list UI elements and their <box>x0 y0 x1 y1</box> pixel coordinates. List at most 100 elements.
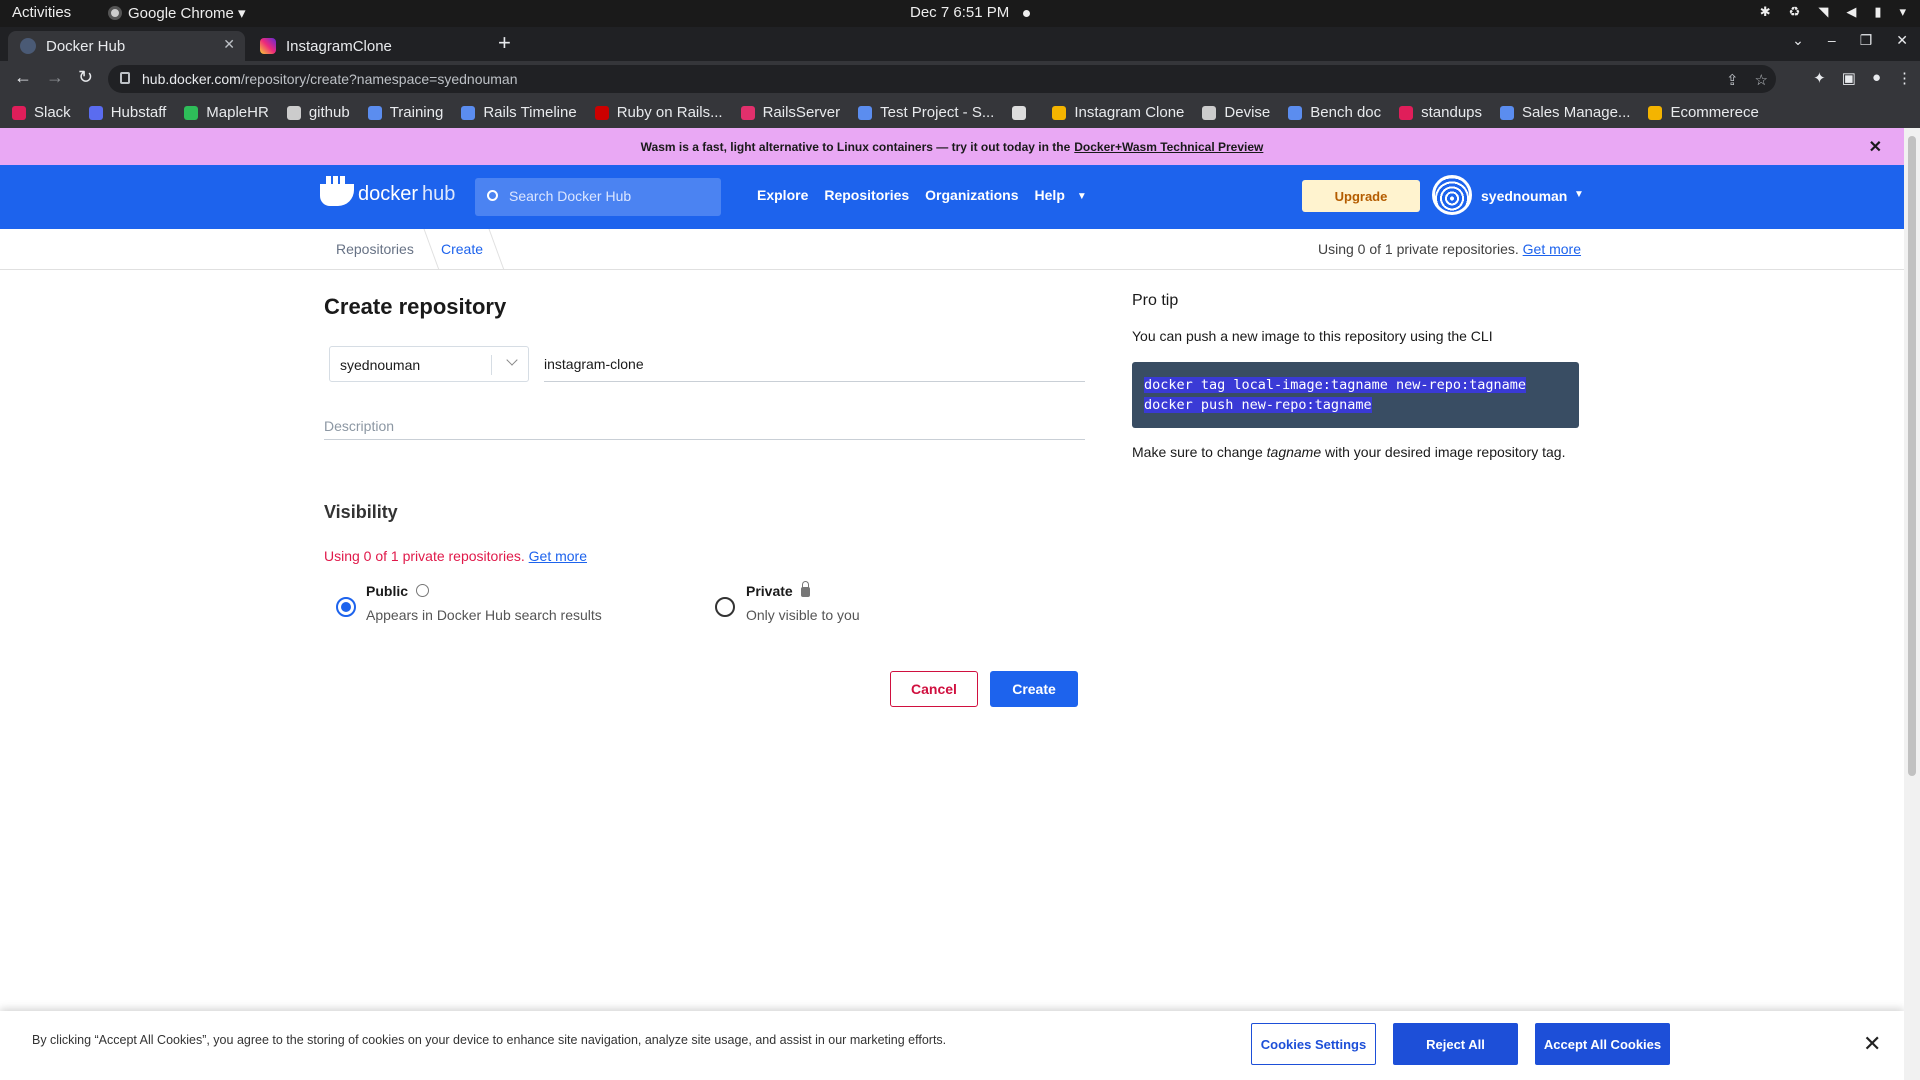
visibility-usage-notice: Using 0 of 1 private repositories. Get m… <box>324 548 587 564</box>
side-panel-icon[interactable]: ▣ <box>1842 69 1856 87</box>
nav-organizations[interactable]: Organizations <box>925 187 1018 203</box>
system-tray[interactable]: ✱ ♻ ◥ ◀ ▮ ▾ <box>1760 4 1906 20</box>
bookmark-item[interactable]: Bench doc <box>1288 104 1381 121</box>
slack-tray-icon[interactable]: ✱ <box>1760 4 1771 20</box>
accept-all-cookies-button[interactable]: Accept All Cookies <box>1535 1023 1670 1065</box>
public-radio[interactable] <box>336 597 356 617</box>
bookmark-item[interactable] <box>1012 105 1034 120</box>
bookmark-favicon-icon <box>740 105 755 120</box>
bookmark-item[interactable]: standups <box>1399 104 1482 121</box>
activities-button[interactable]: Activities <box>12 4 71 21</box>
create-button[interactable]: Create <box>990 671 1078 707</box>
app-menu[interactable]: Google Chrome ▾ <box>108 4 246 22</box>
bookmark-item[interactable]: Sales Manage... <box>1500 104 1630 121</box>
clock-text: Dec 7 6:51 PM <box>910 4 1010 21</box>
cancel-button[interactable]: Cancel <box>890 671 978 707</box>
main-nav-links: Explore Repositories Organizations Help … <box>757 187 1087 203</box>
new-tab-button[interactable]: + <box>498 30 511 56</box>
get-more-link[interactable]: Get more <box>1523 241 1581 257</box>
page-scrollbar[interactable] <box>1904 128 1920 1080</box>
back-icon[interactable]: ← <box>14 67 32 88</box>
clock[interactable]: Dec 7 6:51 PM <box>910 4 1031 21</box>
tab-label: InstagramClone <box>286 37 392 55</box>
tab-instagram-clone[interactable]: InstagramClone <box>248 31 486 61</box>
profile-avatar-icon[interactable]: ● <box>1872 69 1881 87</box>
bookmark-item[interactable]: RailsServer <box>740 104 841 121</box>
tab-label: Docker Hub <box>46 37 126 55</box>
battery-icon[interactable]: ▮ <box>1874 4 1881 20</box>
namespace-select[interactable]: syednouman <box>329 346 529 382</box>
browser-toolbar: ← → ↻ hub.docker.com/repository/create?n… <box>0 61 1920 97</box>
wifi-icon[interactable]: ◥ <box>1818 4 1828 20</box>
public-option-title[interactable]: Public <box>366 583 430 599</box>
search-icon <box>487 190 498 201</box>
close-window-icon[interactable]: ✕ <box>1896 32 1908 49</box>
bookmark-star-icon[interactable]: ☆ <box>1755 71 1768 89</box>
bookmark-item[interactable]: Ecommerece <box>1648 104 1759 121</box>
bookmark-item[interactable]: Rails Timeline <box>461 104 577 121</box>
bookmark-item[interactable]: Instagram Clone <box>1052 104 1184 121</box>
docker-hub-logo[interactable]: docker hub <box>320 175 455 206</box>
promo-link[interactable]: Docker+Wasm Technical Preview <box>1074 140 1263 154</box>
username[interactable]: syednouman <box>1481 188 1567 204</box>
reject-all-button[interactable]: Reject All <box>1393 1023 1518 1065</box>
reload-icon[interactable]: ↻ <box>78 67 93 88</box>
minimize-icon[interactable]: – <box>1828 32 1836 49</box>
bookmark-item[interactable]: Training <box>367 104 443 121</box>
restore-icon[interactable]: ❐ <box>1860 32 1873 49</box>
docker-favicon-icon <box>20 38 36 54</box>
search-docker-hub-input[interactable]: Search Docker Hub <box>475 178 721 216</box>
bookmark-label: Slack <box>34 104 71 121</box>
bookmark-item[interactable]: MapleHR <box>184 104 269 121</box>
scrollbar-thumb[interactable] <box>1908 136 1916 776</box>
note-emphasis: tagname <box>1266 444 1322 460</box>
bookmark-item[interactable]: Test Project - S... <box>858 104 994 121</box>
toolbar-extensions: ✦ ▣ ● ⋮ <box>1813 69 1912 87</box>
bookmark-item[interactable]: Hubstaff <box>88 104 166 121</box>
app-name: Google Chrome ▾ <box>128 5 246 22</box>
close-promo-icon[interactable]: ✕ <box>1869 137 1882 157</box>
private-radio[interactable] <box>715 597 735 617</box>
upgrade-button[interactable]: Upgrade <box>1302 180 1420 212</box>
omnibox-actions: ⇪ ☆ <box>1726 71 1768 89</box>
nav-help[interactable]: Help <box>1035 187 1065 203</box>
close-tab-icon[interactable]: ✕ <box>223 36 235 53</box>
tab-docker-hub[interactable]: Docker Hub ✕ <box>8 31 245 61</box>
cookies-settings-button[interactable]: Cookies Settings <box>1251 1023 1376 1065</box>
close-cookie-banner-icon[interactable]: ✕ <box>1863 1031 1881 1057</box>
breadcrumb-create[interactable]: Create <box>441 241 483 257</box>
pro-tip-text: You can push a new image to this reposit… <box>1132 328 1493 344</box>
bookmark-item[interactable]: Devise <box>1202 104 1270 121</box>
extensions-puzzle-icon[interactable]: ✦ <box>1813 69 1826 87</box>
share-icon[interactable]: ⇪ <box>1726 71 1739 89</box>
power-menu-icon[interactable]: ▾ <box>1899 4 1906 20</box>
private-option-title[interactable]: Private <box>746 581 810 599</box>
bookmark-item[interactable]: Slack <box>12 104 71 121</box>
description-input[interactable]: Description <box>324 404 1085 440</box>
forward-icon[interactable]: → <box>46 67 64 88</box>
cli-code-block[interactable]: docker tag local-image:tagname new-repo:… <box>1132 362 1579 428</box>
repository-name-input[interactable]: instagram-clone <box>544 346 1085 382</box>
bookmark-item[interactable]: github <box>286 104 350 121</box>
bookmark-favicon-icon <box>1052 105 1067 120</box>
cookie-text: By clicking “Accept All Cookies”, you ag… <box>32 1033 947 1047</box>
help-caret-icon[interactable]: ▼ <box>1077 191 1087 203</box>
usage-text: Using 0 of 1 private repositories. <box>1318 241 1519 257</box>
url-host: hub.docker.com <box>142 71 241 87</box>
bookmark-item[interactable]: Ruby on Rails... <box>594 104 723 121</box>
visibility-heading: Visibility <box>324 502 398 522</box>
bookmark-label: RailsServer <box>762 104 841 121</box>
address-bar[interactable]: hub.docker.com/repository/create?namespa… <box>108 65 1776 93</box>
sync-tray-icon[interactable]: ♻ <box>1789 4 1801 20</box>
user-avatar-fingerprint-icon[interactable] <box>1432 175 1472 215</box>
breadcrumb-repositories[interactable]: Repositories <box>336 241 414 257</box>
volume-icon[interactable]: ◀ <box>1846 4 1856 20</box>
tab-search-icon[interactable]: ⌄ <box>1792 32 1804 49</box>
chrome-menu-icon[interactable]: ⋮ <box>1897 69 1912 87</box>
nav-explore[interactable]: Explore <box>757 187 808 203</box>
bookmark-label: Devise <box>1224 104 1271 121</box>
lock-icon[interactable] <box>120 72 130 84</box>
nav-repositories[interactable]: Repositories <box>824 187 909 203</box>
get-more-link[interactable]: Get more <box>529 548 587 564</box>
user-menu-caret-icon[interactable]: ▼ <box>1574 189 1584 200</box>
